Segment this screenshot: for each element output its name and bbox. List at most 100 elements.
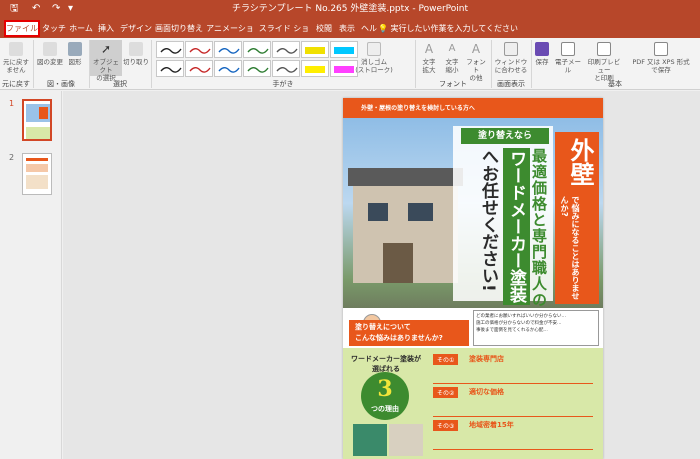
headline-main: 外壁 (566, 138, 594, 186)
shapes-icon (68, 42, 82, 56)
worry-line-1: 塗り替えについて (355, 323, 411, 331)
fit-window-button[interactable]: ウィンドウ に合わせる (493, 42, 529, 74)
window (408, 203, 433, 221)
group-font: フォント (439, 80, 467, 88)
slide-number: 2 (9, 153, 15, 162)
reason-title: 適切な価格 (469, 388, 504, 396)
ink-pen-2[interactable] (185, 41, 213, 58)
lightbulb-icon: 💡 (378, 24, 391, 33)
font-grow-icon: A (424, 42, 434, 56)
ink-pen-1[interactable] (156, 41, 184, 58)
tab-file[interactable]: ファイル (4, 20, 40, 37)
reasons-section: ワードメーカー塗装が選ばれる 3 つの理由 その① 塗装専門店 その② 適切な価… (343, 348, 603, 459)
house-roof (348, 168, 463, 186)
tab-view[interactable]: 表示 (336, 21, 358, 37)
shapes-button[interactable]: 図形 (64, 42, 86, 66)
checklist-item: 施工の価格が分からないので料金が不安… (476, 321, 562, 326)
lasso-icon (129, 42, 143, 56)
tab-home[interactable]: ホーム (68, 21, 94, 37)
tell-me-box[interactable]: 💡 実行したい作業を入力してください (378, 21, 518, 37)
checklist: どの業者にお願いすればいいか分からない… 施工の価格が分からないので料金が不安…… (473, 310, 599, 346)
ink-pen-9[interactable] (185, 60, 213, 77)
ink-pen-6[interactable] (301, 41, 329, 58)
subhead: で悩みになることはありませんか? (560, 196, 580, 300)
checklist-item: どの業者にお願いすればいいか分からない… (476, 314, 566, 319)
slide-thumbnails: 1 2 (0, 91, 62, 459)
eraser-button[interactable]: 消しゴム (ストローク) (354, 42, 394, 74)
fit-window-icon (504, 42, 518, 56)
tab-insert[interactable]: 挿入 (94, 21, 118, 37)
reasons-number: 3 (377, 376, 393, 402)
group-images: 図・画像 (47, 80, 75, 88)
tab-help[interactable]: ヘルプ (358, 21, 380, 49)
tab-slideshow[interactable]: スライド ショー (256, 21, 312, 49)
tab-transitions[interactable]: 画面切り替え (154, 21, 204, 37)
print-icon (597, 42, 611, 56)
lead-label: 塗り替えなら (461, 128, 549, 144)
ink-pen-3[interactable] (214, 41, 242, 58)
font-more-button[interactable]: A フォント の他 (464, 42, 488, 82)
slide-thumbnail-1[interactable] (22, 99, 52, 141)
ink-pen-4[interactable] (243, 41, 271, 58)
headline-line-c: へお任せください! (478, 148, 498, 292)
tab-design[interactable]: デザイン (118, 21, 154, 37)
reasons-circle: 3 つの理由 (361, 372, 409, 420)
reason-3: その③ 地域密着15年 (433, 420, 593, 450)
top-banner-text: 外壁・屋根の塗り替えを検討している方へ (361, 105, 475, 112)
reasons-suffix: つの理由 (371, 405, 399, 413)
reasons-title: ワードメーカー塗装が選ばれる (351, 355, 421, 373)
ink-pen-8[interactable] (156, 60, 184, 77)
reasons-list: その① 塗装専門店 その② 適切な価格 その③ 地域密着15年 (433, 354, 593, 452)
font-shrink-icon: A (448, 43, 456, 54)
slide-thumbnail-2[interactable] (22, 153, 52, 195)
group-view: 画面表示 (497, 80, 525, 88)
worry-line-2: こんな悩みはありませんか? (355, 334, 443, 342)
reason-title: 塗装専門店 (469, 355, 504, 363)
orange-ribbon: 外壁 で悩みになることはありませんか? (555, 132, 599, 304)
grow-font-button[interactable]: A 文字 拡大 (418, 42, 440, 74)
lasso-select-button[interactable]: 切り取り (123, 42, 149, 66)
group-ink: 手がき (272, 80, 294, 88)
ink-pen-10[interactable] (214, 60, 242, 77)
thumb-accent (39, 107, 48, 119)
tab-review[interactable]: 校閲 (312, 21, 336, 37)
tab-touch[interactable]: タッチ (40, 21, 68, 37)
reason-tag: その③ (433, 420, 459, 431)
thumb-line (26, 158, 48, 161)
reason-title: 地域密着15年 (469, 421, 514, 429)
ink-pen-11[interactable] (243, 60, 271, 77)
ink-pen-5[interactable] (272, 41, 300, 58)
email-button[interactable]: 電子メール (552, 42, 584, 74)
ribbon-tabs: ファイル タッチ ホーム 挿入 デザイン 画面切り替え アニメーション スライド… (0, 18, 700, 49)
reason-1: その① 塗装専門店 (433, 354, 593, 384)
checklist-item: 事後まで面倒を見てくれるか心配… (476, 328, 548, 333)
tab-animations[interactable]: アニメーション (204, 21, 256, 49)
pdf-icon (654, 42, 668, 56)
save-pdf-button[interactable]: PDF 又は XPS 形式 で保存 (624, 42, 698, 74)
slide[interactable]: 外壁・屋根の塗り替えを検討している方へ 塗り替えなら 最適価格と専門職人の ワー… (343, 98, 603, 459)
headline-line-a: 最適価格と専門職人の (530, 148, 548, 308)
group-undo: 元に戻す (2, 80, 30, 88)
save-button[interactable]: 保存 (533, 42, 551, 66)
slide-number: 1 (9, 99, 15, 108)
select-objects-button[interactable]: ➚ オブジェクト の選択 (90, 40, 122, 82)
top-banner: 外壁・屋根の塗り替えを検討している方へ (343, 98, 603, 118)
undo-button[interactable]: 元に戻す ません (2, 42, 30, 74)
group-basic: 基本 (608, 80, 622, 88)
eraser-icon (367, 42, 381, 56)
ink-pen-13[interactable] (301, 60, 329, 77)
change-picture-button[interactable]: 図の変更 (36, 42, 64, 66)
thumb-block (26, 164, 48, 172)
pointer-icon: ➚ (100, 42, 112, 56)
window-title: チラシテンプレート No.265 外壁塗装.pptx - PowerPoint (231, 4, 469, 14)
shrink-font-button[interactable]: A 文字 縮小 (441, 42, 463, 74)
slide-canvas: 外壁・屋根の塗り替えを検討している方へ 塗り替えなら 最適価格と専門職人の ワー… (63, 91, 700, 459)
floppy-icon (535, 42, 549, 56)
ink-pen-12[interactable] (272, 60, 300, 77)
powerpoint-window: 🖫 ↶ ↷ ▾ チラシテンプレート No.265 外壁塗装.pptx - Pow… (0, 0, 700, 459)
worry-section: 塗り替えについて こんな悩みはありませんか? どの業者にお願いすればいいか分から… (343, 308, 603, 348)
picture-icon (43, 42, 57, 56)
print-preview-button[interactable]: 印刷プレビュー と印刷 (585, 42, 623, 82)
thumb-bottom (26, 127, 50, 139)
door (383, 243, 413, 283)
